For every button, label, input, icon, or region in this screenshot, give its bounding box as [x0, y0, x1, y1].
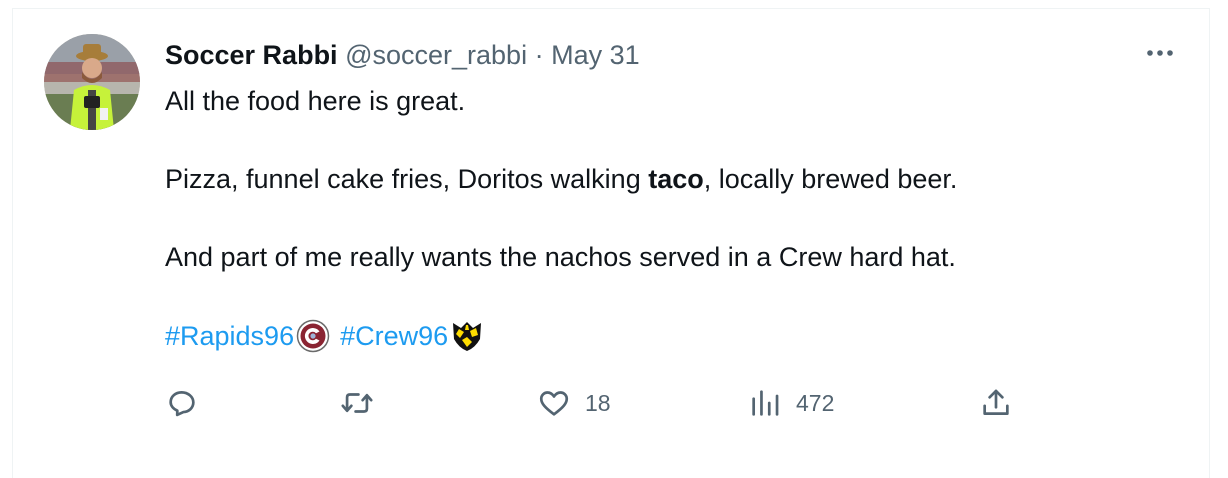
- hashtag-rapids96[interactable]: #Rapids96: [165, 319, 294, 353]
- avatar-photo: [44, 34, 140, 130]
- author-name[interactable]: Soccer Rabbi: [165, 40, 338, 70]
- tweet-text-bold-word: taco: [648, 164, 704, 194]
- hashtags-row: #Rapids96 #Crew96: [165, 319, 494, 353]
- views-count: 472: [796, 389, 835, 416]
- share-icon: [979, 386, 1013, 420]
- header-separator: ·: [534, 40, 544, 70]
- reply-icon: [165, 386, 199, 420]
- avatar[interactable]: [44, 34, 140, 130]
- tweet-actions: 18 472: [165, 386, 1025, 420]
- more-options-button[interactable]: [1140, 36, 1180, 70]
- tweet-text-line-2-start: Pizza, funnel cake fries, Doritos walkin…: [165, 164, 649, 194]
- tweet-date[interactable]: May 31: [551, 40, 640, 70]
- like-button[interactable]: 18: [537, 386, 611, 420]
- tweet-text-line-2-end: , locally brewed beer.: [703, 164, 958, 194]
- tweet-text-line-3: And part of me really wants the nachos s…: [165, 242, 956, 272]
- rapids-badge-icon: [296, 319, 330, 353]
- more-horizontal-icon: [1146, 49, 1174, 57]
- reply-button[interactable]: [165, 386, 213, 420]
- retweet-button[interactable]: [340, 386, 388, 420]
- retweet-icon: [340, 386, 374, 420]
- hashtag-crew96[interactable]: #Crew96: [340, 319, 448, 353]
- tweet-text-line-1: All the food here is great.: [165, 86, 466, 116]
- crew-badge-icon: [450, 319, 484, 353]
- heart-icon: [537, 386, 571, 420]
- share-button[interactable]: [979, 386, 1013, 420]
- views-button[interactable]: 472: [748, 386, 834, 420]
- tweet-header: Soccer Rabbi @soccer_rabbi · May 31: [165, 38, 640, 72]
- tweet-text-line-2: Pizza, funnel cake fries, Doritos walkin…: [165, 162, 957, 196]
- like-count: 18: [585, 389, 611, 416]
- author-handle[interactable]: @soccer_rabbi: [345, 40, 527, 70]
- views-icon: [748, 386, 782, 420]
